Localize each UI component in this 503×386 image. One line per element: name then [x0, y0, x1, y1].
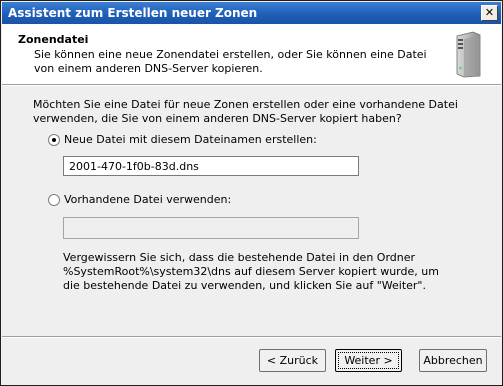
radio-existing-file-label[interactable]: Vorhandene Datei verwenden:: [64, 193, 231, 206]
radio-selected-dot: [52, 138, 56, 142]
header-separator: [2, 84, 501, 86]
window-title: Assistent zum Erstellen neuer Zonen: [8, 6, 258, 20]
info-note: Vergewissern Sie sich, dass die bestehen…: [63, 251, 439, 292]
filename-input[interactable]: [63, 156, 359, 176]
back-button[interactable]: < Zurück: [259, 349, 326, 372]
cancel-button[interactable]: Abbrechen: [419, 349, 487, 372]
wizard-window: Assistent zum Erstellen neuer Zonen ✕ Zo…: [0, 0, 503, 386]
page-description: Sie können eine neue Zonendatei erstelle…: [34, 48, 427, 75]
server-icon: [456, 31, 481, 78]
radio-existing-file[interactable]: [48, 194, 60, 206]
footer-separator: [2, 336, 501, 338]
radio-new-file[interactable]: [48, 134, 60, 146]
close-icon: ✕: [484, 6, 495, 19]
page-title: Zonendatei: [18, 33, 89, 46]
next-button[interactable]: Weiter >: [335, 349, 402, 372]
wizard-header: Zonendatei Sie können eine neue Zonendat…: [2, 24, 501, 84]
existing-file-input[interactable]: [63, 217, 359, 239]
title-bar: Assistent zum Erstellen neuer Zonen ✕: [2, 2, 501, 24]
question-text: Möchten Sie eine Datei für neue Zonen er…: [33, 98, 458, 125]
radio-new-file-label[interactable]: Neue Datei mit diesem Dateinamen erstell…: [64, 133, 317, 146]
close-button[interactable]: ✕: [481, 5, 498, 21]
